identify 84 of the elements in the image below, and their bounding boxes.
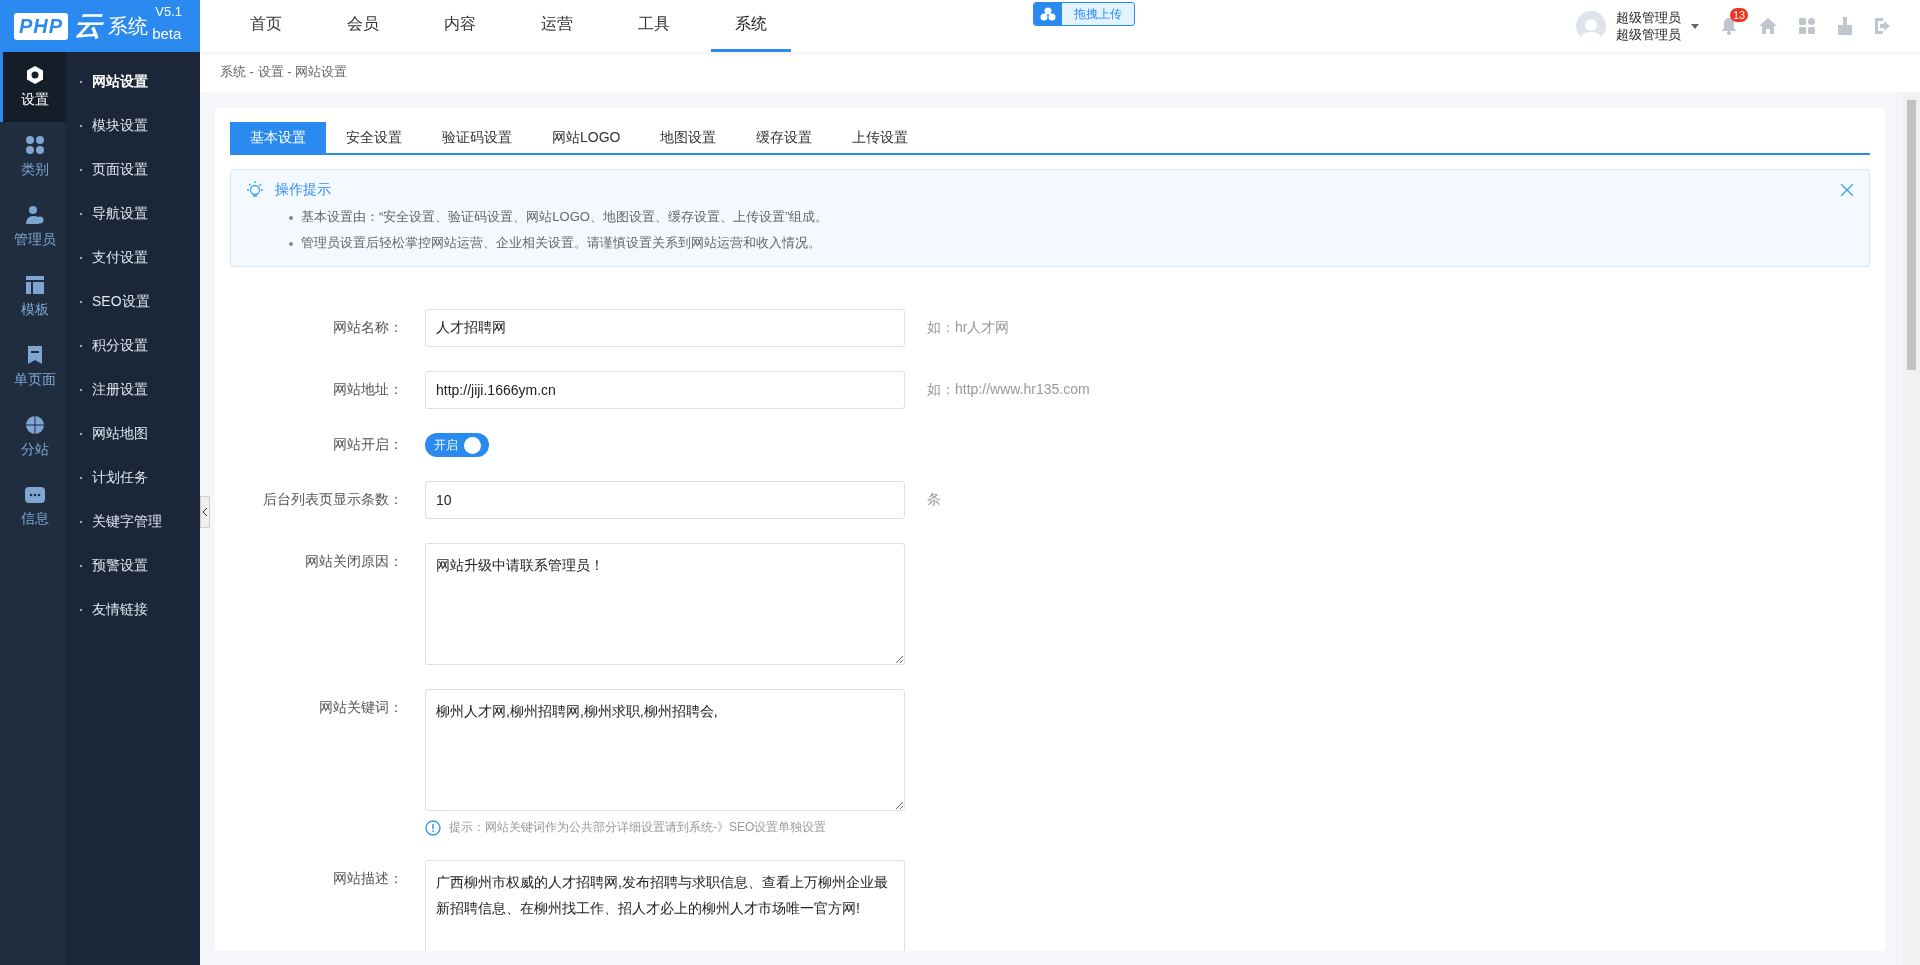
submenu-item[interactable]: 积分设置 <box>66 324 200 368</box>
sidebar-item[interactable]: 单页面 <box>0 332 66 402</box>
notification-count: 13 <box>1730 8 1749 22</box>
sidebar-item[interactable]: 模板 <box>0 262 66 332</box>
logo-cloud: 云 <box>74 9 103 43</box>
settings-tab[interactable]: 基本设置 <box>230 122 326 153</box>
settings-tab[interactable]: 验证码设置 <box>422 122 532 153</box>
message-box-icon <box>23 486 46 504</box>
submenu-item[interactable]: 友情链接 <box>66 588 200 632</box>
bookmark-page-icon <box>25 345 44 365</box>
submenu-item[interactable]: 预警设置 <box>66 544 200 588</box>
logout-icon[interactable] <box>1875 18 1892 34</box>
nav-tab[interactable]: 会员 <box>323 0 403 52</box>
cloud-icon <box>1040 7 1056 21</box>
sidebar-item[interactable]: 信息 <box>0 472 66 542</box>
submenu-item[interactable]: 计划任务 <box>66 456 200 500</box>
settings-tab[interactable]: 缓存设置 <box>736 122 833 153</box>
nav-tab[interactable]: 内容 <box>420 0 500 52</box>
avatar <box>1576 11 1606 41</box>
field-note: 如：http://www.hr135.com <box>927 381 1091 399</box>
submenu-item[interactable]: 网站地图 <box>66 412 200 456</box>
caret-icon <box>1691 23 1699 29</box>
field-note: 如：hr人才网 <box>927 319 1011 337</box>
tip-text: 基本设置由：“安全设置、验证码设置、网站LOGO、地图设置、缓存设置、上传设置”组成。 <box>289 208 1855 226</box>
submenu-item[interactable]: 导航设置 <box>66 192 200 236</box>
user-name: 超级管理员 <box>1616 9 1681 26</box>
sidebar-item[interactable]: 管理员 <box>0 192 66 262</box>
submenu-item[interactable]: SEO设置 <box>66 280 200 324</box>
layout-icon <box>24 275 45 295</box>
settings-tab[interactable]: 安全设置 <box>326 122 422 153</box>
field-label: 网站描述： <box>332 869 403 888</box>
textarea-field[interactable]: 网站升级中请联系管理员！ <box>425 543 905 665</box>
submenu-item[interactable]: 支付设置 <box>66 236 200 280</box>
logo-brand: PHP <box>14 12 69 40</box>
settings-tab[interactable]: 网站LOGO <box>532 122 641 153</box>
collapse-handle[interactable] <box>200 496 210 528</box>
field-note: 条 <box>927 491 942 509</box>
user-gear-icon <box>24 205 45 225</box>
hint-text: 提示：网站关键词作为公共部分详细设置请到系统-》SEO设置单独设置 <box>449 819 827 836</box>
tip-text: 管理员设置后轻松掌控网站运营、企业相关设置。请谨慎设置关系到网站运营和收入情况。 <box>289 234 1855 252</box>
close-icon <box>1841 184 1853 196</box>
sidebar-item[interactable]: 设置 <box>0 52 66 122</box>
settings-tab[interactable]: 上传设置 <box>832 122 929 153</box>
logo-edition: beta <box>152 25 182 42</box>
submenu-item[interactable]: 网站设置 <box>66 60 200 104</box>
field-label: 网站关闭原因： <box>304 552 403 571</box>
info-icon <box>425 819 441 836</box>
submenu-item[interactable]: 注册设置 <box>66 368 200 412</box>
field-label: 网站关键词： <box>318 698 403 717</box>
field-label: 网站开启： <box>332 436 403 454</box>
submenu-item[interactable]: 模块设置 <box>66 104 200 148</box>
lightbulb-icon <box>245 180 265 200</box>
text-input[interactable]: 10 <box>425 481 905 519</box>
text-input[interactable]: http://jiji.1666ym.cn <box>425 371 905 409</box>
nav-tab[interactable]: 首页 <box>226 0 306 52</box>
field-label: 网站地址： <box>332 381 403 399</box>
field-label: 后台列表页显示条数： <box>262 491 403 509</box>
globe-icon <box>24 415 45 435</box>
scrollbar-thumb[interactable] <box>1907 100 1916 370</box>
field-label: 网站名称： <box>332 319 403 337</box>
textarea-field[interactable]: 柳州人才网,柳州招聘网,柳州求职,柳州招聘会, <box>425 689 905 811</box>
user-role: 超级管理员 <box>1616 26 1681 43</box>
submenu-item[interactable]: 页面设置 <box>66 148 200 192</box>
textarea-field[interactable]: 广西柳州市权威的人才招聘网,发布招聘与求职信息、查看上万柳州企业最新招聘信息、在柳州找工作、招人才必上的柳州人才市场唯一官方网! <box>425 860 905 951</box>
nav-tab[interactable]: 运营 <box>517 0 597 52</box>
bell-icon[interactable] <box>1721 17 1737 35</box>
sidebar-item[interactable]: 类别 <box>0 122 66 192</box>
sidebar-item[interactable]: 分站 <box>0 402 66 472</box>
close-button[interactable] <box>1841 184 1853 196</box>
grid-icon[interactable] <box>1799 18 1815 34</box>
version-label: V5.1 <box>155 4 182 19</box>
nav-tab[interactable]: 工具 <box>614 0 694 52</box>
breadcrumb: 系统 - 设置 - 网站设置 <box>200 52 1920 92</box>
home-icon[interactable] <box>1759 18 1777 34</box>
submenu-item[interactable]: 关键字管理 <box>66 500 200 544</box>
four-petal-icon <box>24 135 45 155</box>
nut-icon <box>24 65 45 85</box>
user-menu[interactable]: 超级管理员 超级管理员 <box>1576 9 1699 43</box>
chevron-left-icon <box>202 508 208 516</box>
settings-tab[interactable]: 地图设置 <box>640 122 737 153</box>
toggle-switch[interactable]: 开启 <box>425 433 489 457</box>
tips-title: 操作提示 <box>275 181 331 199</box>
logo-name: 系统 <box>108 13 149 39</box>
text-input[interactable]: 人才招聘网 <box>425 309 905 347</box>
